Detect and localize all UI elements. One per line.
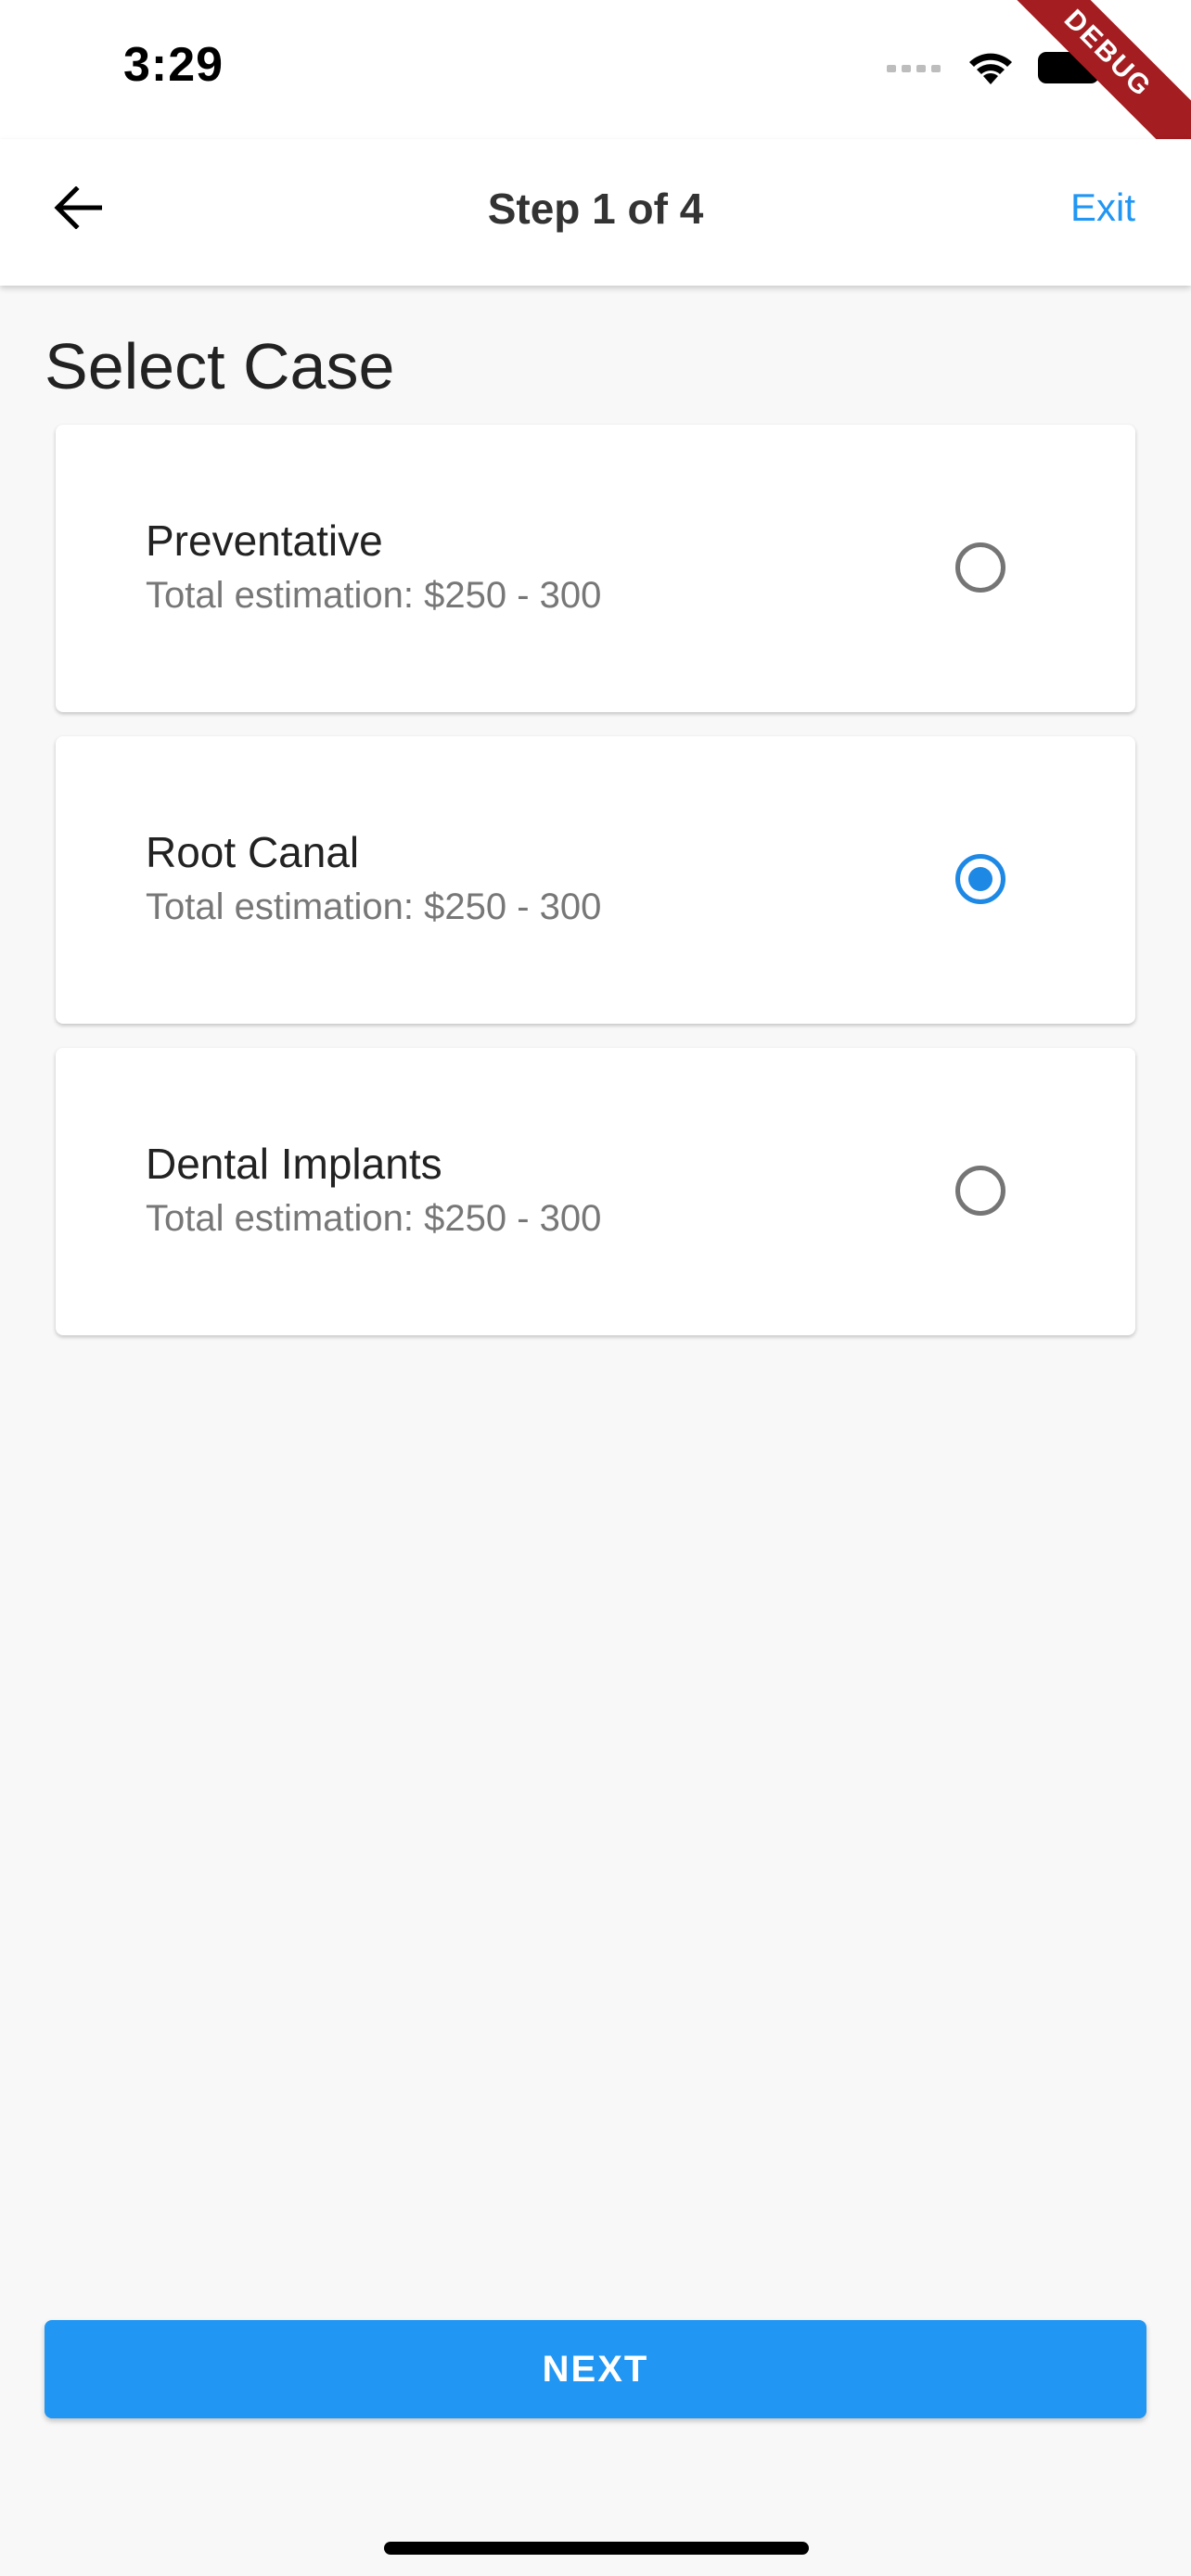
case-card-dental-implants[interactable]: Dental Implants Total estimation: $250 -… xyxy=(56,1048,1135,1335)
status-bar: 3:29 DEBUG xyxy=(0,0,1191,191)
page-title: Select Case xyxy=(45,330,395,402)
page-step-title: Step 1 of 4 xyxy=(487,185,704,233)
radio-button[interactable] xyxy=(955,1166,1005,1216)
case-card-preventative[interactable]: Preventative Total estimation: $250 - 30… xyxy=(56,425,1135,712)
wifi-icon xyxy=(967,49,1015,91)
cellular-icon xyxy=(887,61,944,79)
home-indicator[interactable] xyxy=(384,2542,809,2555)
radio-button-selected[interactable] xyxy=(955,854,1005,904)
case-estimate: Total estimation: $250 - 300 xyxy=(146,575,602,616)
case-estimate: Total estimation: $250 - 300 xyxy=(146,886,602,927)
case-name: Preventative xyxy=(146,516,383,565)
radio-button[interactable] xyxy=(955,542,1005,593)
app-bar: Step 1 of 4 Exit xyxy=(0,139,1191,286)
radio-dot xyxy=(968,867,992,891)
next-button[interactable]: NEXT xyxy=(45,2320,1146,2418)
exit-button[interactable]: Exit xyxy=(1070,185,1135,230)
status-time: 3:29 xyxy=(123,38,224,92)
case-card-root-canal[interactable]: Root Canal Total estimation: $250 - 300 xyxy=(56,736,1135,1024)
case-estimate: Total estimation: $250 - 300 xyxy=(146,1198,602,1239)
case-name: Root Canal xyxy=(146,828,360,876)
case-name: Dental Implants xyxy=(146,1140,442,1188)
case-list: Preventative Total estimation: $250 - 30… xyxy=(56,425,1135,1359)
